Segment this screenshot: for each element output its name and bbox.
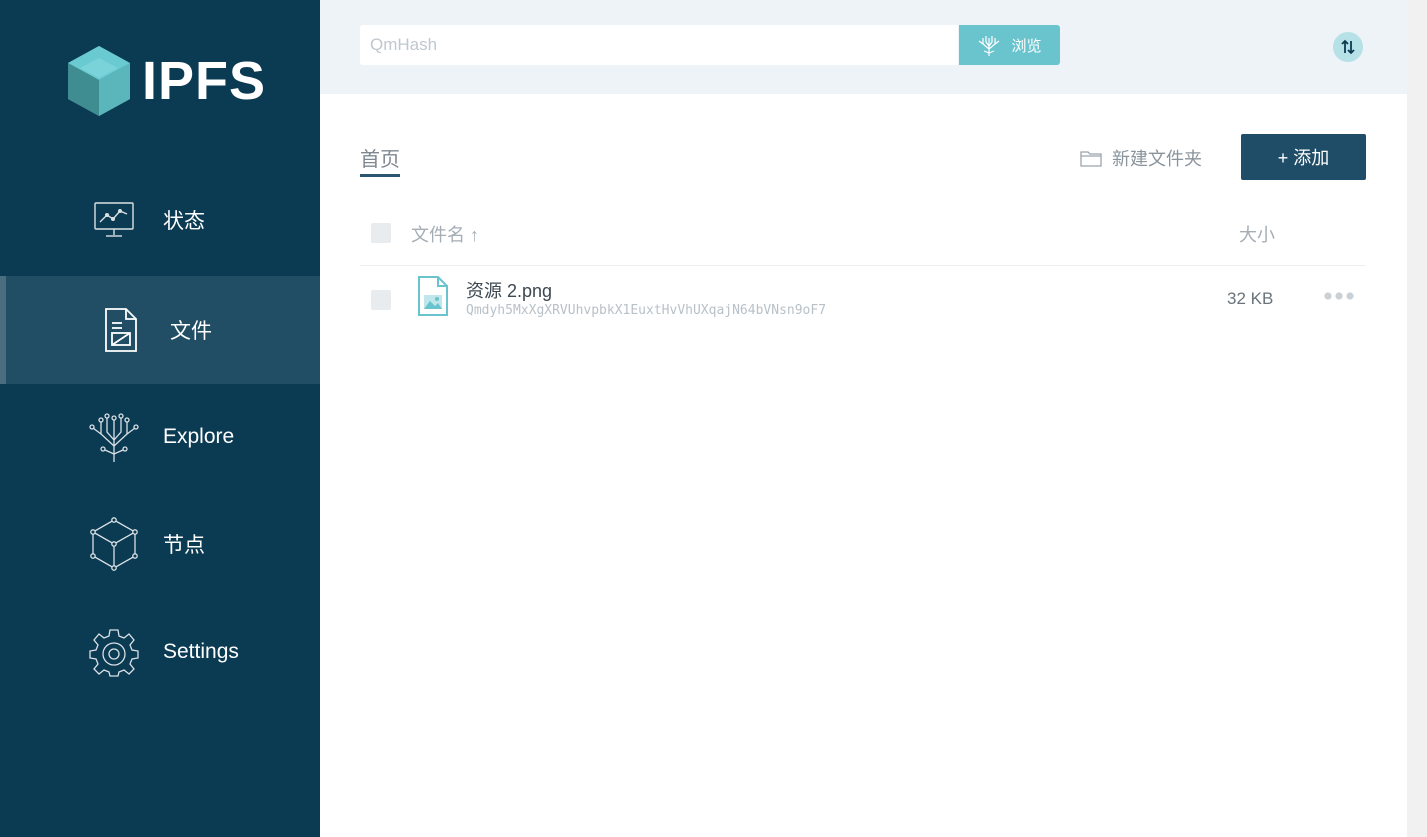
status-monitor-icon <box>86 192 142 248</box>
sidebar-item-label: 节点 <box>163 534 205 557</box>
folder-icon <box>1080 151 1102 167</box>
add-button[interactable]: + 添加 <box>1241 134 1366 180</box>
new-folder-button[interactable]: 新建文件夹 <box>1080 145 1202 171</box>
browse-button-label: 浏览 <box>1011 37 1042 55</box>
sidebar: IPFS 状态 文件 Explore 节点 Settings <box>0 0 320 837</box>
logo-text: IPFS <box>142 51 267 111</box>
sidebar-item-status[interactable]: 状态 <box>0 166 320 274</box>
hash-search-input[interactable] <box>360 25 958 65</box>
ipfs-cube-logo-icon <box>68 46 130 116</box>
row-checkbox[interactable] <box>371 290 391 310</box>
column-header-name[interactable]: 文件名 ↑ <box>411 221 479 247</box>
breadcrumb-home[interactable]: 首页 <box>360 143 400 177</box>
explore-tree-icon <box>86 409 142 465</box>
select-all-checkbox[interactable] <box>371 223 391 243</box>
new-folder-label: 新建文件夹 <box>1112 149 1202 169</box>
topbar: 浏览 <box>320 0 1407 94</box>
peers-cube-icon <box>86 516 142 572</box>
file-size: 32 KB <box>1227 289 1274 308</box>
sidebar-item-label: Explore <box>163 425 235 448</box>
sidebar-item-files[interactable]: 文件 <box>0 276 320 384</box>
files-icon <box>92 302 148 358</box>
column-header-size[interactable]: 大小 <box>1239 221 1275 247</box>
file-name[interactable]: 资源 2.png <box>466 277 552 303</box>
explore-tree-icon <box>979 36 1000 56</box>
sidebar-item-peers[interactable]: 节点 <box>0 490 320 598</box>
gear-icon <box>86 624 142 680</box>
connection-arrows-icon[interactable] <box>1333 32 1363 62</box>
ipfs-logo[interactable]: IPFS <box>66 44 266 118</box>
file-hash: Qmdyh5MxXgXRVUhvpbkX1EuxtHvVhUXqajN64bVN… <box>466 303 827 318</box>
sidebar-item-settings[interactable]: Settings <box>0 598 320 706</box>
image-file-icon <box>417 275 449 322</box>
sidebar-item-label: 文件 <box>170 320 212 343</box>
header-divider <box>360 265 1366 266</box>
sidebar-item-explore[interactable]: Explore <box>0 383 320 491</box>
browse-button[interactable]: 浏览 <box>959 25 1060 65</box>
active-indicator <box>0 276 6 384</box>
sidebar-item-label: 状态 <box>163 210 205 233</box>
more-options-icon[interactable] <box>1322 288 1356 309</box>
vertical-scrollbar[interactable] <box>1407 0 1427 837</box>
sidebar-item-label: Settings <box>163 640 239 663</box>
